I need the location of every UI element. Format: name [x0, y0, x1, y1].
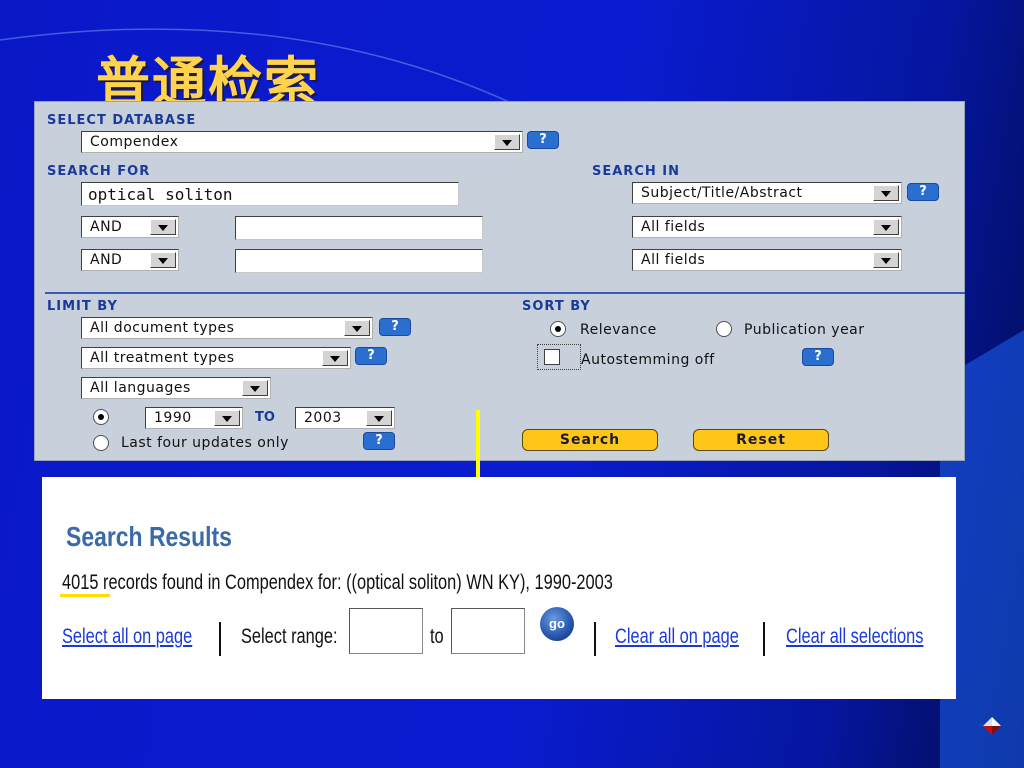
- search-in-field-3-value: All fields: [641, 252, 706, 268]
- section-divider: [45, 292, 965, 294]
- range-from-input[interactable]: [349, 608, 423, 654]
- treatment-types-select[interactable]: All treatment types: [81, 347, 351, 369]
- document-types-value: All document types: [90, 320, 235, 336]
- chevron-down-icon[interactable]: [242, 380, 268, 396]
- sort-relevance-radio[interactable]: [550, 321, 566, 337]
- range-to-input[interactable]: [451, 608, 525, 654]
- go-button-icon[interactable]: go: [540, 607, 574, 641]
- document-types-select[interactable]: All document types: [81, 317, 373, 339]
- search-in-field-3-select[interactable]: All fields: [632, 249, 902, 271]
- sort-relevance-label: Relevance: [580, 322, 657, 338]
- chevron-down-icon[interactable]: [214, 410, 240, 426]
- chevron-down-icon[interactable]: [494, 134, 520, 150]
- connector-1-value: AND: [90, 219, 123, 235]
- search-term-2-input[interactable]: [235, 216, 483, 240]
- year-to-value: 2003: [304, 410, 342, 426]
- year-range-radio[interactable]: [93, 409, 109, 425]
- separator: [763, 622, 765, 656]
- chevron-down-icon[interactable]: [150, 219, 176, 235]
- search-in-field-1-value: Subject/Title/Abstract: [641, 185, 803, 201]
- help-updates-question-icon[interactable]: ?: [363, 432, 395, 450]
- search-term-1-input[interactable]: optical soliton: [81, 182, 459, 206]
- autostemming-focus-ring: [537, 344, 581, 370]
- help-autostemming-question-icon[interactable]: ?: [802, 348, 834, 366]
- reset-button[interactable]: Reset: [693, 429, 829, 451]
- separator: [594, 622, 596, 656]
- last-four-updates-radio[interactable]: [93, 435, 109, 451]
- connector-2-select[interactable]: AND: [81, 249, 179, 271]
- languages-value: All languages: [90, 380, 191, 396]
- results-title: Search Results: [66, 521, 232, 552]
- search-in-label: SEARCH IN: [592, 164, 680, 179]
- autostemming-label: Autostemming off: [581, 352, 715, 368]
- clear-all-on-page-link[interactable]: Clear all on page: [615, 625, 739, 649]
- autostemming-checkbox[interactable]: [544, 349, 560, 365]
- select-range-label: Select range:: [241, 625, 338, 648]
- search-in-field-2-value: All fields: [641, 219, 706, 235]
- chevron-down-icon[interactable]: [344, 320, 370, 336]
- search-results-panel: Search Results 4015 records found in Com…: [42, 477, 956, 699]
- treatment-types-value: All treatment types: [90, 350, 235, 366]
- year-to-select[interactable]: 2003: [295, 407, 395, 429]
- last-four-updates-label: Last four updates only: [121, 435, 289, 451]
- connector-2-value: AND: [90, 252, 123, 268]
- help-document-types-question-icon[interactable]: ?: [379, 318, 411, 336]
- limit-by-label: LIMIT BY: [47, 299, 118, 314]
- search-for-label: SEARCH FOR: [47, 164, 151, 179]
- help-database-question-icon[interactable]: ?: [527, 131, 559, 149]
- languages-select[interactable]: All languages: [81, 377, 271, 399]
- select-all-on-page-link[interactable]: Select all on page: [62, 625, 192, 649]
- range-to-label: to: [430, 625, 444, 648]
- clear-all-selections-link[interactable]: Clear all selections: [786, 625, 923, 649]
- search-form-panel: SELECT DATABASE Compendex ? SEARCH FOR o…: [34, 101, 965, 461]
- diamond-nav-icon[interactable]: [982, 716, 1002, 736]
- sort-by-label: SORT BY: [522, 299, 591, 314]
- chevron-down-icon[interactable]: [322, 350, 348, 366]
- database-select[interactable]: Compendex: [81, 131, 523, 153]
- chevron-down-icon[interactable]: [150, 252, 176, 268]
- year-to-label: TO: [255, 410, 275, 425]
- chevron-down-icon[interactable]: [873, 252, 899, 268]
- search-in-field-2-select[interactable]: All fields: [632, 216, 902, 238]
- help-search-in-question-icon[interactable]: ?: [907, 183, 939, 201]
- help-treatment-types-question-icon[interactable]: ?: [355, 347, 387, 365]
- chevron-down-icon[interactable]: [873, 219, 899, 235]
- chevron-down-icon[interactable]: [873, 185, 899, 201]
- count-highlight-underline: [60, 594, 110, 597]
- year-from-value: 1990: [154, 410, 192, 426]
- results-summary: 4015 records found in Compendex for: ((o…: [62, 571, 613, 595]
- sort-publication-year-radio[interactable]: [716, 321, 732, 337]
- select-database-label: SELECT DATABASE: [47, 113, 197, 128]
- search-in-field-1-select[interactable]: Subject/Title/Abstract: [632, 182, 902, 204]
- separator: [219, 622, 221, 656]
- year-from-select[interactable]: 1990: [145, 407, 243, 429]
- search-button[interactable]: Search: [522, 429, 658, 451]
- connector-1-select[interactable]: AND: [81, 216, 179, 238]
- results-count: 4015: [62, 571, 99, 594]
- search-term-3-input[interactable]: [235, 249, 483, 273]
- chevron-down-icon[interactable]: [366, 410, 392, 426]
- sort-publication-year-label: Publication year: [744, 322, 865, 338]
- results-summary-text: records found in Compendex for: ((optica…: [98, 571, 613, 594]
- database-select-value: Compendex: [90, 134, 179, 150]
